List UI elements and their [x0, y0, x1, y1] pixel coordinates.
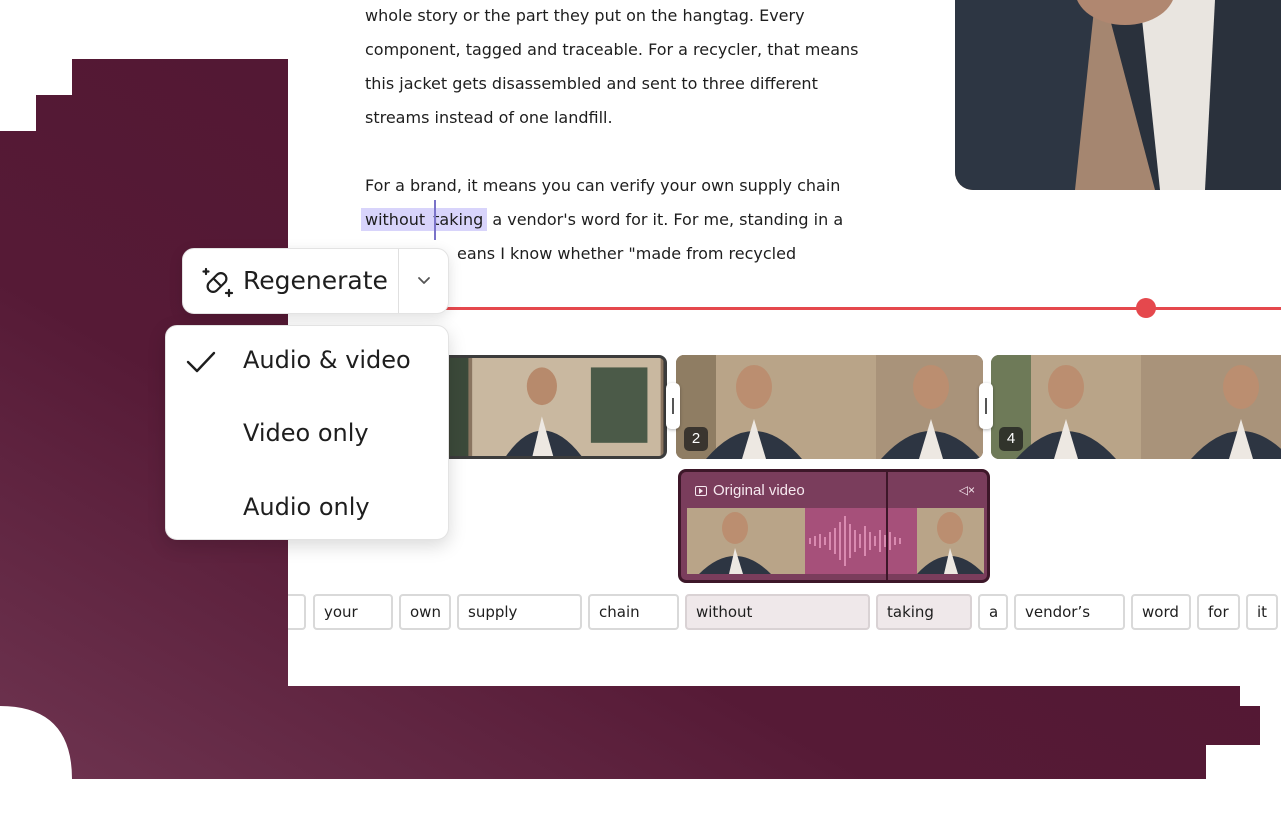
playhead-handle[interactable]: [1136, 298, 1156, 318]
word-chip-selected[interactable]: without: [685, 594, 870, 630]
menu-item-label: Audio only: [243, 493, 370, 521]
text-cursor: [434, 200, 436, 240]
checkmark-icon: [186, 351, 216, 373]
clip-trim-handle[interactable]: [666, 383, 680, 429]
transcript-line: eans I know whether "made from recycled: [457, 244, 797, 263]
menu-item-label: Audio & video: [243, 346, 411, 374]
menu-item-audio-video[interactable]: Audio & video: [166, 330, 448, 390]
word-chip[interactable]: it: [1246, 594, 1278, 630]
original-video-track[interactable]: Original video ◁×: [678, 469, 990, 583]
clip-thumbnail: [991, 355, 1281, 459]
word-chip[interactable]: own: [399, 594, 451, 630]
original-video-strip: [687, 508, 984, 574]
video-clip[interactable]: 4: [991, 355, 1281, 459]
original-video-split: [886, 472, 888, 580]
word-chip[interactable]: for: [1197, 594, 1240, 630]
clip-number: 2: [684, 427, 708, 451]
menu-item-audio-only[interactable]: Audio only: [166, 477, 448, 537]
regenerate-button[interactable]: Regenerate: [243, 266, 388, 295]
word-chip[interactable]: vendor’s: [1014, 594, 1125, 630]
chevron-down-icon[interactable]: [415, 271, 433, 289]
clip-trim-handle[interactable]: [979, 383, 993, 429]
audio-waveform: [809, 516, 901, 566]
split-divider: [398, 249, 399, 313]
word-chip[interactable]: chain: [588, 594, 679, 630]
word-chip[interactable]: word: [1131, 594, 1191, 630]
word-chip-selected[interactable]: taking: [876, 594, 972, 630]
selected-word-without[interactable]: without: [361, 208, 430, 231]
video-clip[interactable]: 2: [676, 355, 983, 459]
word-chip[interactable]: your: [313, 594, 393, 630]
clip-thumbnail: [449, 358, 664, 456]
transcript-line-selected[interactable]: without taking a vendor's word for it. Fo…: [361, 208, 844, 231]
transcript-line: streams instead of one landfill.: [365, 108, 613, 127]
transcript-line: For a brand, it means you can verify you…: [365, 176, 841, 195]
speaker-muted-icon[interactable]: ◁×: [959, 483, 975, 497]
clip-number: 4: [999, 427, 1023, 451]
magic-bandage-icon[interactable]: [201, 266, 235, 298]
word-chip[interactable]: [288, 594, 306, 630]
speaker-video-preview: [955, 0, 1281, 190]
clip-thumbnail: [676, 355, 983, 459]
selected-word-taking[interactable]: taking: [429, 208, 488, 231]
video-clip-selected[interactable]: [440, 355, 667, 459]
original-video-header: Original video: [695, 482, 805, 499]
regenerate-mode-menu: Audio & video Video only Audio only: [165, 325, 449, 540]
transcript-line: this jacket gets disassembled and sent t…: [365, 74, 818, 93]
word-chip[interactable]: a: [978, 594, 1008, 630]
menu-item-video-only[interactable]: Video only: [166, 403, 448, 463]
transcript-line: component, tagged and traceable. For a r…: [365, 40, 859, 59]
transcript-text: a vendor's word for it. For me, standing…: [492, 210, 844, 229]
regenerate-split-button: Regenerate: [182, 248, 449, 314]
menu-item-label: Video only: [243, 419, 369, 447]
transcript-line: whole story or the part they put on the …: [365, 6, 805, 25]
original-video-label: Original video: [713, 482, 805, 499]
word-chip[interactable]: supply: [457, 594, 582, 630]
video-icon: [695, 485, 707, 496]
